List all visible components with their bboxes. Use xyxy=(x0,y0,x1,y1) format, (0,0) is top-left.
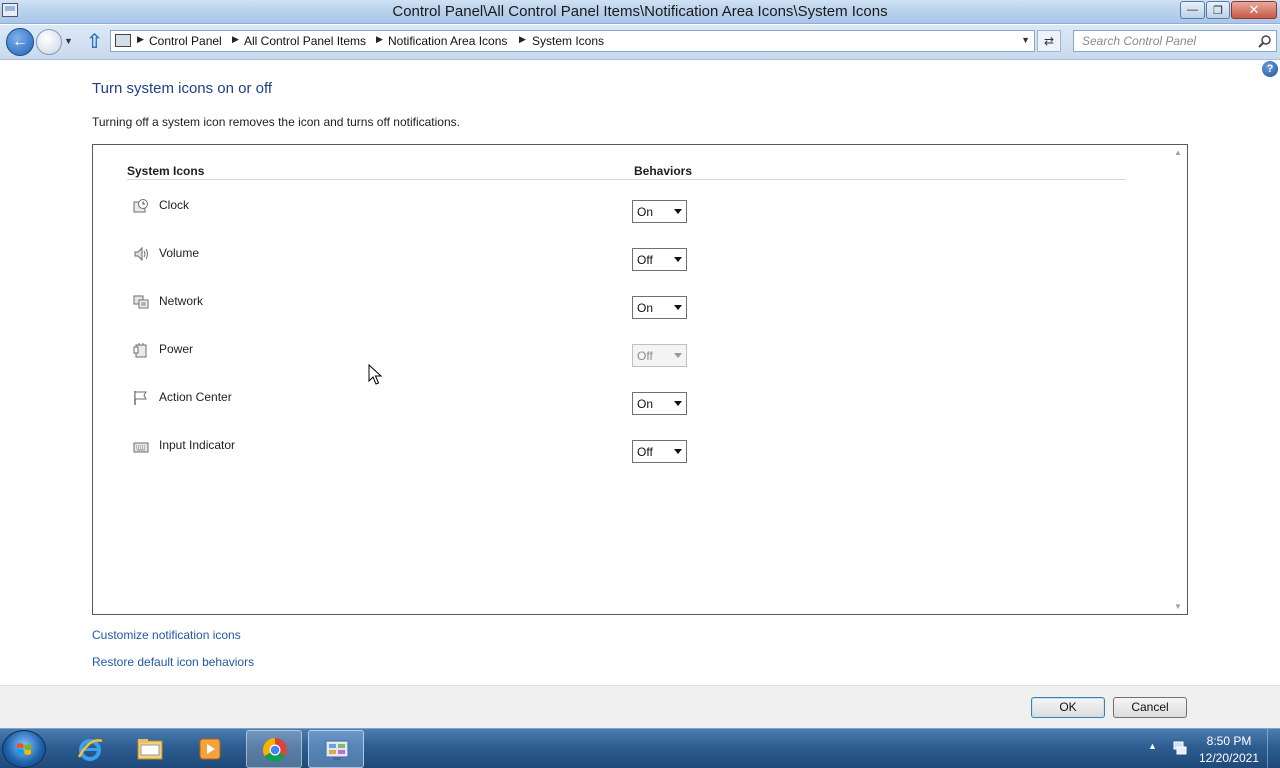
clock-behavior-select[interactable]: On xyxy=(632,200,687,223)
breadcrumb-system-icons[interactable]: System Icons xyxy=(532,34,604,48)
column-header-behaviors: Behaviors xyxy=(634,164,693,178)
recent-pages-dropdown[interactable]: ▼ xyxy=(64,36,73,46)
start-button[interactable] xyxy=(2,730,46,768)
window-title: Control Panel\All Control Panel Items\No… xyxy=(392,3,888,20)
row-label-clock: Clock xyxy=(159,198,190,212)
taskbar-chrome[interactable] xyxy=(246,730,302,768)
chevron-down-icon xyxy=(674,209,682,214)
network-tray-icon[interactable] xyxy=(1172,740,1188,756)
taskbar-windows-explorer[interactable] xyxy=(122,730,178,768)
select-value: Off xyxy=(637,253,653,267)
select-value: On xyxy=(637,301,654,315)
windows-logo-icon xyxy=(17,743,31,755)
power-icon xyxy=(133,343,147,358)
breadcrumb-all-items[interactable]: All Control Panel Items xyxy=(244,34,366,48)
action-center-behavior-select[interactable]: On xyxy=(632,392,687,415)
search-input[interactable] xyxy=(1074,31,1249,51)
title-bar: Control Panel\All Control Panel Items\No… xyxy=(0,0,1280,24)
media-player-icon xyxy=(199,738,221,760)
chevron-right-icon[interactable]: ▶ xyxy=(137,34,144,45)
search-icon[interactable] xyxy=(1258,34,1272,48)
close-button[interactable]: ✕ xyxy=(1231,1,1277,19)
internet-explorer-icon xyxy=(77,739,103,761)
address-dropdown-icon[interactable]: ▼ xyxy=(1021,35,1030,45)
search-box[interactable] xyxy=(1073,30,1277,52)
address-bar[interactable]: ▶ Control Panel ▶ All Control Panel Item… xyxy=(110,30,1035,52)
row-label-volume: Volume xyxy=(159,246,200,260)
taskbar-clock-time[interactable]: 8:50 PM xyxy=(1196,734,1262,748)
dialog-button-bar: OK Cancel xyxy=(0,685,1280,728)
chevron-right-icon[interactable]: ▶ xyxy=(232,34,239,45)
show-hidden-icons-icon[interactable]: ▲ xyxy=(1148,741,1157,751)
system-icons-list[interactable]: System Icons Behaviors Clock On Volume O… xyxy=(92,144,1188,615)
navigation-bar: ← ▼ ⇧ ▶ Control Panel ▶ All Control Pane… xyxy=(0,25,1280,60)
row-label-input-indicator: Input Indicator xyxy=(159,438,236,452)
vertical-scrollbar[interactable]: ▲ ▼ xyxy=(1170,145,1187,614)
taskbar-clock-date[interactable]: 12/20/2021 xyxy=(1196,751,1262,765)
show-desktop-button[interactable] xyxy=(1267,729,1280,768)
taskbar: ▲ 8:50 PM 12/20/2021 xyxy=(0,728,1280,768)
ok-button[interactable]: OK xyxy=(1031,697,1105,718)
breadcrumb-control-panel[interactable]: Control Panel xyxy=(149,34,222,48)
page-description: Turning off a system icon removes the ic… xyxy=(92,115,460,129)
taskbar-internet-explorer[interactable] xyxy=(62,730,118,768)
taskbar-media-player[interactable] xyxy=(182,730,238,768)
chevron-down-icon xyxy=(674,353,682,358)
restore-default-behaviors-link[interactable]: Restore default icon behaviors xyxy=(92,655,254,669)
scroll-up-icon[interactable]: ▲ xyxy=(1174,148,1182,157)
computer-icon xyxy=(115,34,131,47)
taskbar-control-panel[interactable] xyxy=(308,730,364,768)
clock-icon xyxy=(133,199,148,213)
row-label-power: Power xyxy=(159,342,194,356)
select-value: On xyxy=(637,205,654,219)
chevron-down-icon xyxy=(674,449,682,454)
select-value: On xyxy=(637,397,654,411)
chrome-icon xyxy=(262,738,287,763)
action-center-flag-icon xyxy=(134,391,147,405)
select-value: Off xyxy=(637,349,653,363)
volume-behavior-select[interactable]: Off xyxy=(632,248,687,271)
input-indicator-behavior-select[interactable]: Off xyxy=(632,440,687,463)
help-icon[interactable]: ? xyxy=(1262,61,1278,77)
column-header-system-icons: System Icons xyxy=(127,164,205,178)
keyboard-icon xyxy=(133,442,149,453)
maximize-button[interactable]: ❐ xyxy=(1206,1,1230,19)
up-arrow-icon[interactable]: ⇧ xyxy=(86,31,106,53)
chevron-down-icon xyxy=(674,305,682,310)
volume-icon xyxy=(134,246,148,262)
arrow-left-icon: ← xyxy=(12,33,28,50)
page-title: Turn system icons on or off xyxy=(92,80,273,97)
select-value: Off xyxy=(637,445,653,459)
windows-explorer-icon xyxy=(137,739,163,760)
chevron-right-icon[interactable]: ▶ xyxy=(519,34,526,45)
control-panel-icon xyxy=(325,740,349,760)
scroll-down-icon[interactable]: ▼ xyxy=(1174,602,1182,611)
row-label-network: Network xyxy=(159,294,204,308)
network-icon xyxy=(133,295,149,309)
chevron-down-icon xyxy=(674,257,682,262)
chevron-down-icon xyxy=(674,401,682,406)
refresh-button[interactable]: ⇄ xyxy=(1037,30,1061,52)
customize-notification-icons-link[interactable]: Customize notification icons xyxy=(92,628,241,642)
back-button[interactable]: ← xyxy=(6,28,34,56)
forward-button[interactable] xyxy=(36,29,62,55)
network-behavior-select[interactable]: On xyxy=(632,296,687,319)
minimize-button[interactable]: — xyxy=(1180,1,1205,19)
header-divider xyxy=(127,179,1126,180)
cancel-button[interactable]: Cancel xyxy=(1113,697,1187,718)
mouse-cursor-icon xyxy=(368,364,382,385)
breadcrumb-notification-area-icons[interactable]: Notification Area Icons xyxy=(388,34,507,48)
power-behavior-select: Off xyxy=(632,344,687,367)
chevron-right-icon[interactable]: ▶ xyxy=(376,34,383,45)
row-label-action-center: Action Center xyxy=(159,390,232,404)
